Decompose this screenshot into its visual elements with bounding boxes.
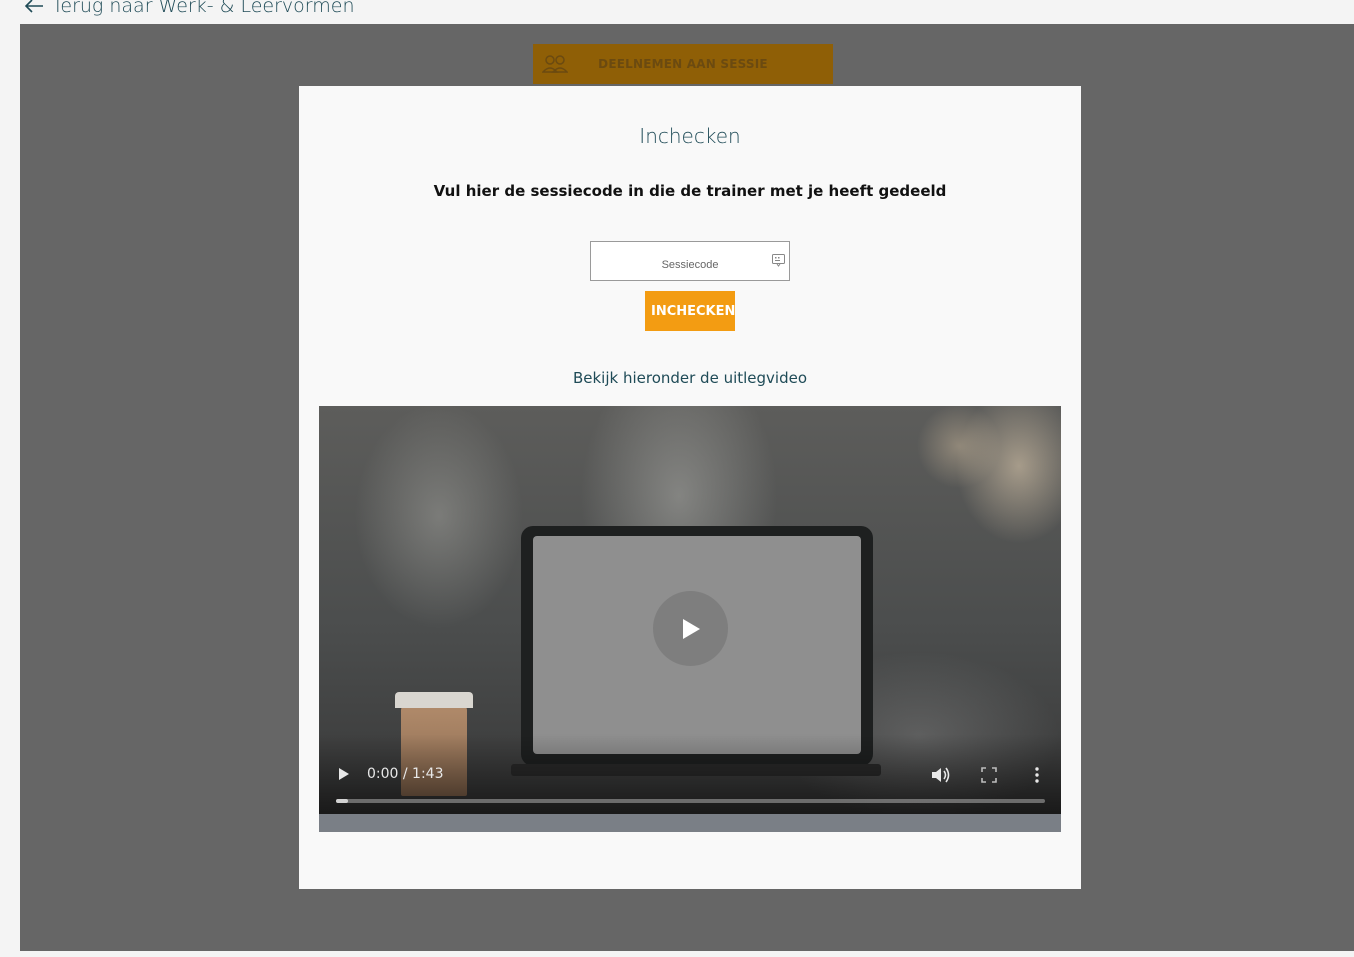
video-play-button[interactable]	[653, 591, 728, 666]
users-icon	[542, 55, 568, 73]
join-session-label: DEELNEMEN AAN SESSIE	[598, 57, 768, 71]
session-code-input[interactable]	[591, 242, 789, 280]
explainer-video[interactable]: 0:00 / 1:43	[319, 406, 1061, 814]
video-progress-bar[interactable]	[336, 799, 1045, 803]
video-container: 0:00 / 1:43	[319, 406, 1061, 832]
arrow-left-icon	[24, 0, 43, 13]
top-bar: Terug naar Werk- & Leervormen	[0, 0, 1354, 24]
session-code-field[interactable]	[590, 241, 790, 281]
video-time: 0:00 / 1:43	[367, 766, 444, 782]
back-link-label: Terug naar Werk- & Leervormen	[52, 0, 355, 17]
play-icon[interactable]	[337, 767, 351, 781]
checkin-button[interactable]: INCHECKEN	[645, 291, 735, 331]
volume-icon[interactable]	[931, 766, 951, 784]
checkin-modal: Inchecken Vul hier de sessiecode in die …	[299, 86, 1081, 889]
join-session-button[interactable]: DEELNEMEN AAN SESSIE	[533, 44, 833, 84]
video-caption: Bekijk hieronder de uitlegvideo	[572, 369, 808, 387]
fullscreen-icon[interactable]	[981, 767, 997, 783]
more-options-icon[interactable]	[1031, 766, 1043, 784]
back-link[interactable]: Terug naar Werk- & Leervormen	[24, 0, 355, 18]
instruction-text: Vul hier de sessiecode in die de trainer…	[433, 182, 947, 200]
play-icon	[682, 618, 700, 639]
video-progress-fill	[336, 799, 348, 803]
keyboard-icon	[772, 254, 785, 267]
modal-title: Inchecken	[639, 124, 741, 148]
